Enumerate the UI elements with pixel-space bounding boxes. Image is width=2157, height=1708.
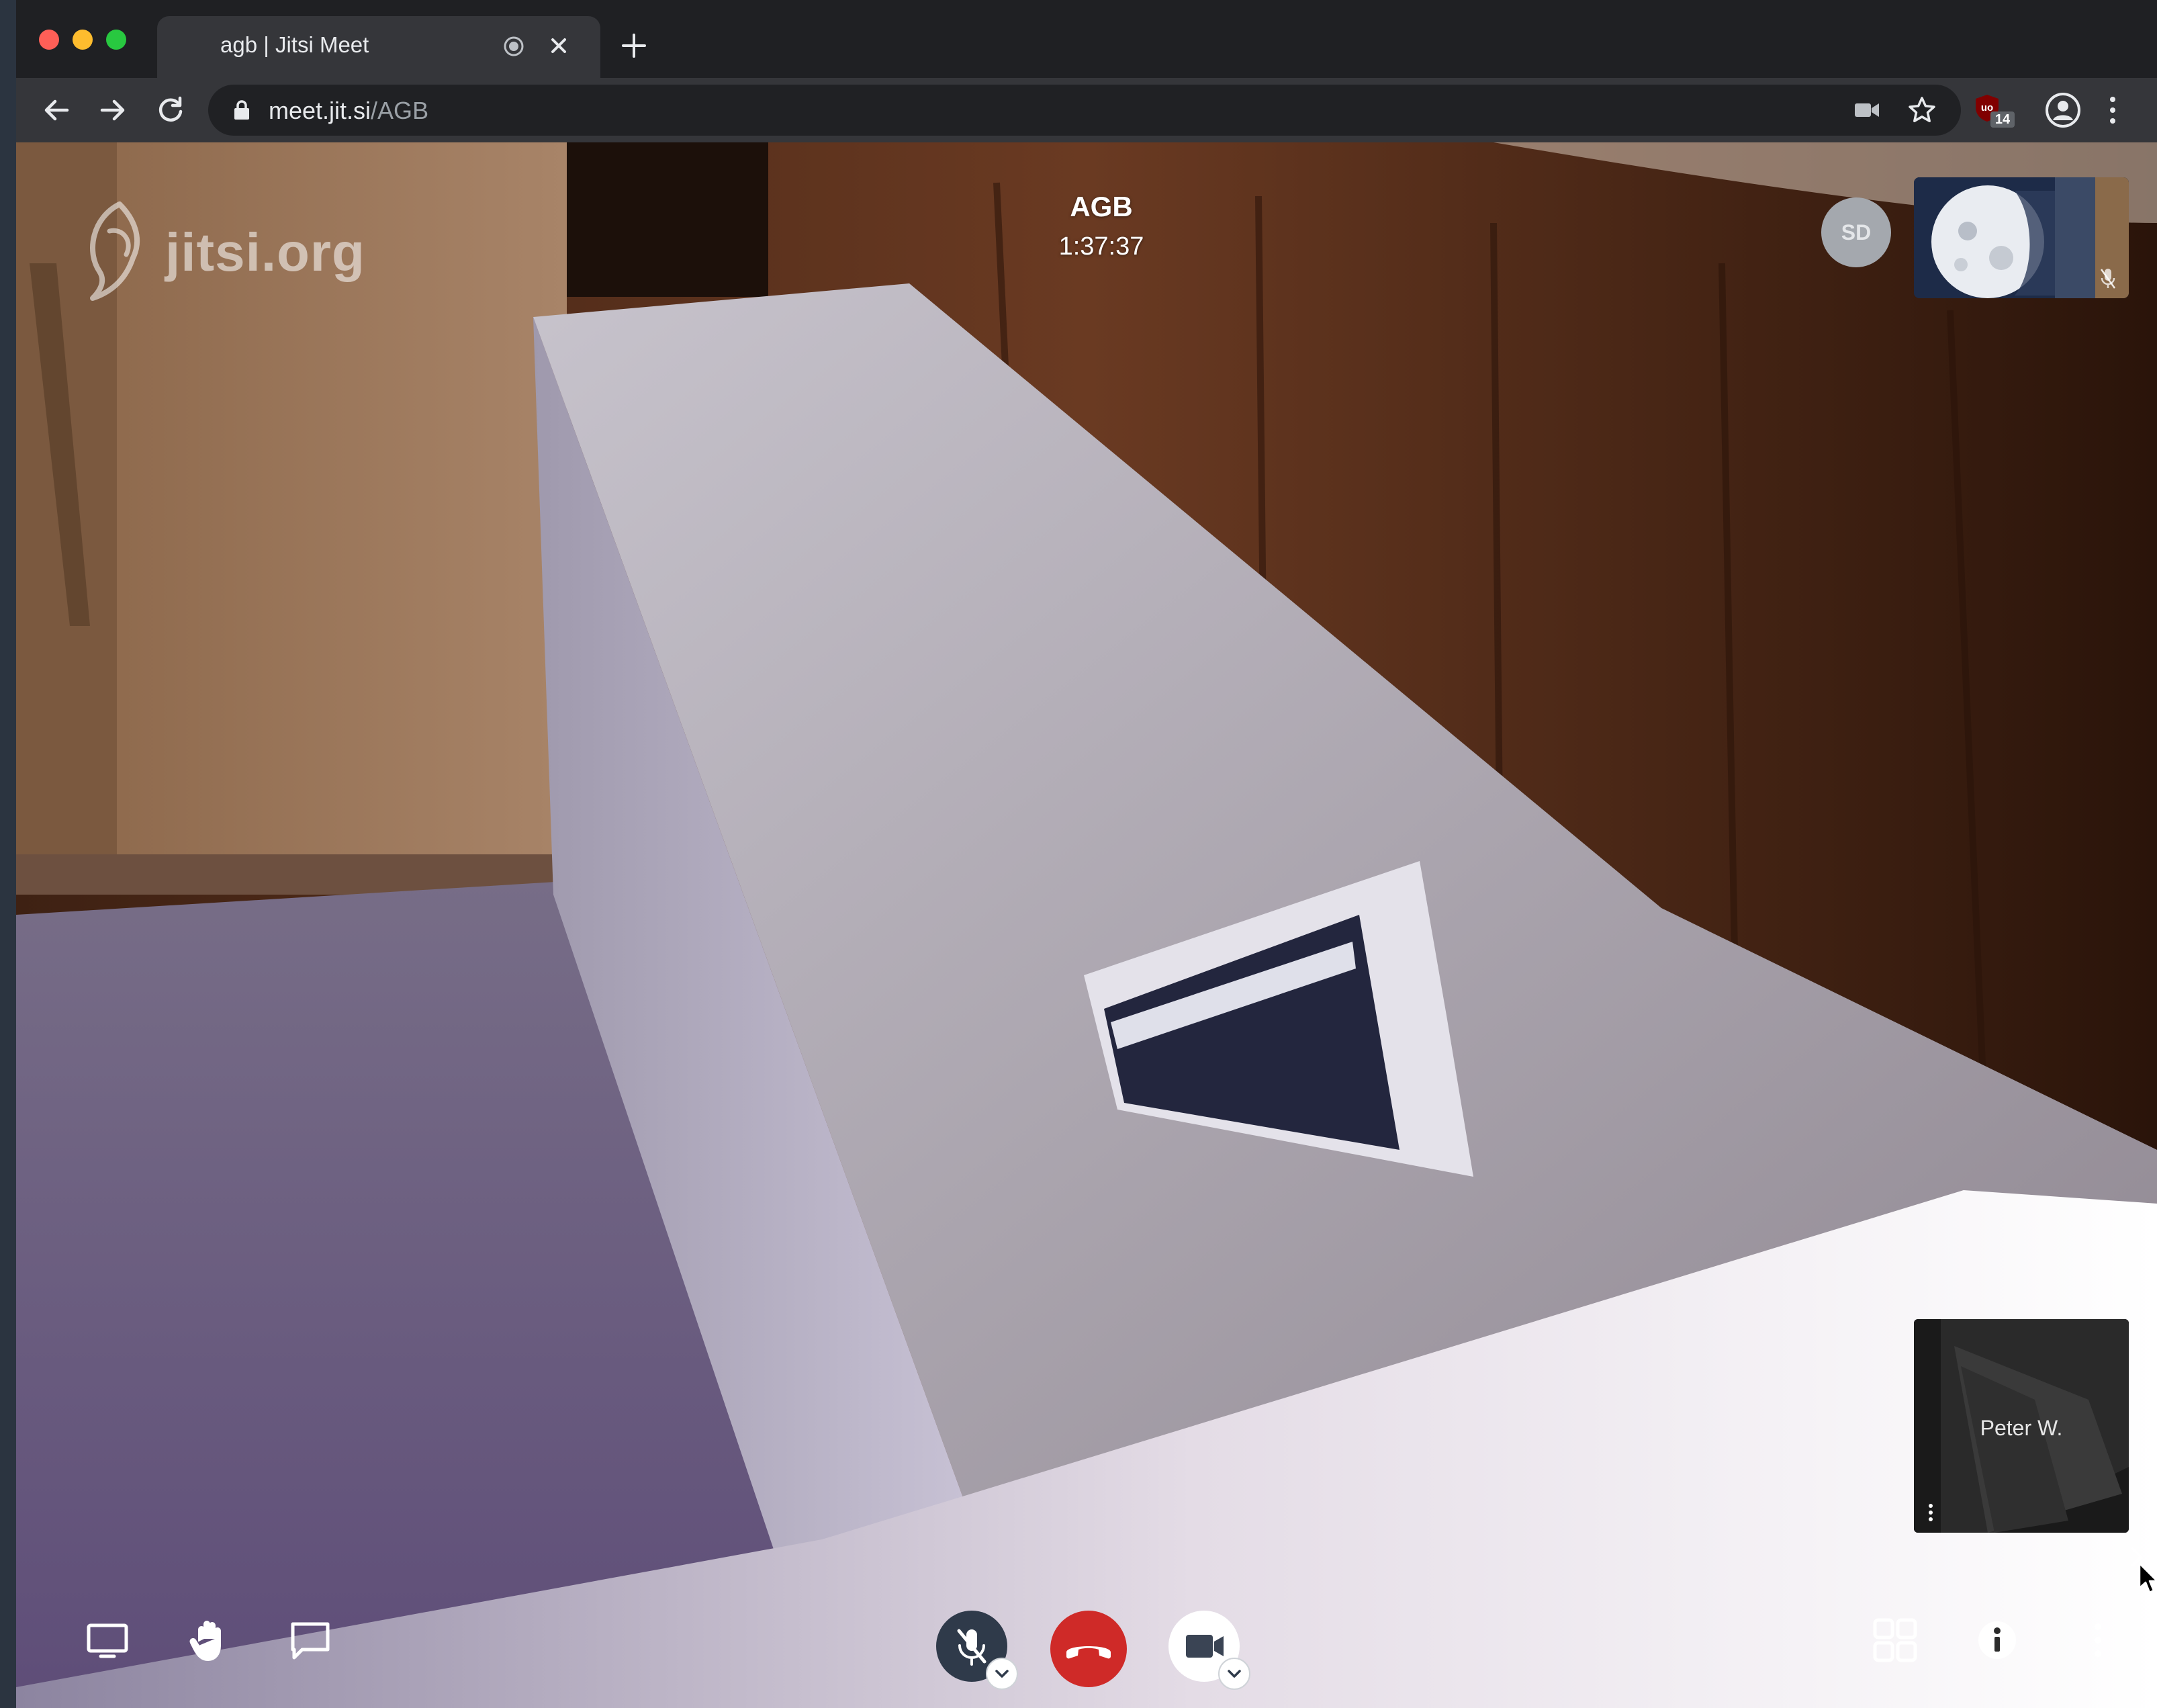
chat-icon[interactable] <box>286 1616 334 1664</box>
browser-menu-icon[interactable] <box>2106 94 2119 126</box>
mute-microphone-button[interactable] <box>936 1611 1018 1690</box>
more-icon[interactable] <box>2074 1616 2122 1664</box>
back-icon[interactable] <box>39 93 74 128</box>
url-path: /AGB <box>371 97 429 124</box>
bookmark-star-icon[interactable] <box>1907 95 1937 125</box>
chevron-down-icon <box>1228 1670 1241 1678</box>
meeting-name: AGB <box>1070 191 1133 222</box>
thumbnail-video <box>1914 177 2129 298</box>
recording-indicator-icon <box>504 36 524 56</box>
audio-options-button[interactable] <box>986 1658 1018 1690</box>
lock-icon[interactable] <box>232 99 251 121</box>
participant-name: Peter W. <box>1980 1416 2063 1440</box>
large-video <box>16 142 2157 1708</box>
watermark-text: jitsi.org <box>165 222 365 282</box>
meeting-toolbox <box>16 1580 2157 1708</box>
extension-badge: 14 <box>1990 111 2015 128</box>
hangup-icon <box>1066 1646 1111 1659</box>
jitsi-logo-icon <box>90 201 140 301</box>
video-options-button[interactable] <box>1218 1658 1250 1690</box>
chevron-down-icon <box>995 1670 1009 1678</box>
url-text: meet.jit.si/AGB <box>269 97 428 125</box>
meeting-view: jitsi.org AGB 1:37:37 SD Peter W. <box>16 142 2157 1708</box>
maximize-window-button[interactable] <box>106 30 126 50</box>
profile-avatar-icon[interactable] <box>2044 91 2082 129</box>
tile-view-icon[interactable] <box>1871 1616 1919 1664</box>
browser-tab[interactable]: agb | Jitsi Meet <box>157 16 600 78</box>
close-window-button[interactable] <box>39 30 59 50</box>
minimize-window-button[interactable] <box>73 30 93 50</box>
participant-thumbnail-remote[interactable]: Peter W. <box>1914 1319 2129 1533</box>
muted-microphone-icon <box>2100 269 2116 289</box>
browser-window: agb | Jitsi Meet meet.jit.si/AGB uo 14 j… <box>16 0 2157 1708</box>
thumbnail-menu-icon[interactable] <box>1927 1503 1934 1522</box>
url-host: meet.jit.si <box>269 97 371 124</box>
close-tab-icon[interactable] <box>547 34 571 58</box>
camera-in-use-icon[interactable] <box>1853 99 1880 121</box>
address-bar[interactable]: meet.jit.si/AGB <box>208 85 1961 136</box>
participant-thumbnail-local[interactable] <box>1914 177 2129 298</box>
participant-avatar[interactable]: SD <box>1821 197 1891 267</box>
forward-icon[interactable] <box>95 93 130 128</box>
meeting-timer: 1:37:37 <box>1058 232 1144 261</box>
new-tab-icon[interactable] <box>621 32 647 59</box>
info-icon[interactable] <box>1973 1616 2021 1664</box>
raise-hand-icon[interactable] <box>185 1616 234 1664</box>
tab-strip: agb | Jitsi Meet <box>16 0 2157 78</box>
toggle-camera-button[interactable] <box>1168 1611 1250 1690</box>
reload-icon[interactable] <box>153 93 188 128</box>
browser-toolbar: meet.jit.si/AGB uo 14 <box>16 78 2157 142</box>
screen-share-icon[interactable] <box>83 1616 132 1664</box>
conference-subject: AGB 1:37:37 <box>1007 191 1195 261</box>
tab-title: agb | Jitsi Meet <box>220 32 369 57</box>
hangup-button[interactable] <box>1050 1611 1127 1687</box>
ublock-extension-button[interactable]: uo 14 <box>1972 93 2015 130</box>
